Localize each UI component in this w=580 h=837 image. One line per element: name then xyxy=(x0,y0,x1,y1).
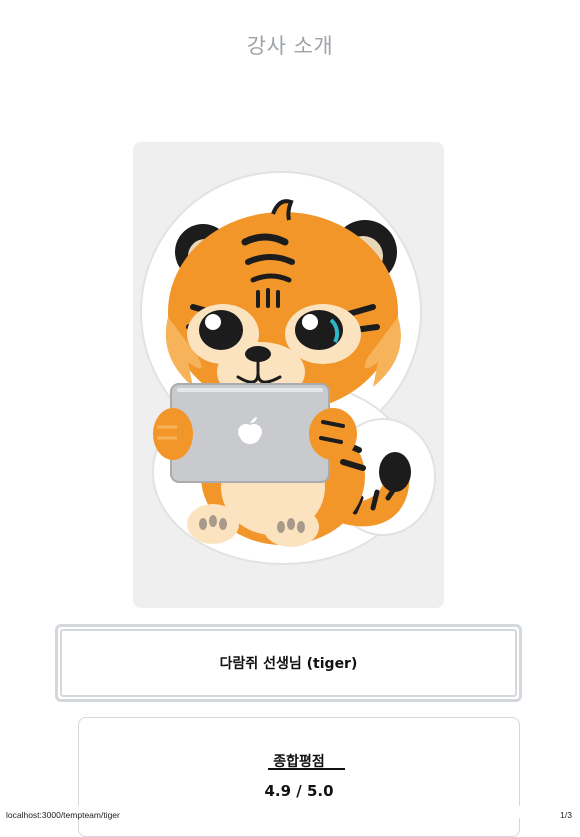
tiger-illustration xyxy=(140,171,436,565)
teacher-portrait-card xyxy=(133,142,444,608)
page-title: 강사 소개 xyxy=(246,34,334,58)
rating-card: 종합평점 4.9 / 5.0 xyxy=(78,717,520,837)
rating-label-underline xyxy=(268,768,345,770)
rating-value: 4.9 / 5.0 xyxy=(264,782,334,800)
footer-url: localhost:3000/tempteam/tiger xyxy=(6,810,120,820)
laptop xyxy=(170,383,330,483)
footer-page-number: 1/3 xyxy=(560,810,572,820)
teacher-name: 다람쥐 선생님 (tiger) xyxy=(219,656,358,672)
teacher-name-box: 다람쥐 선생님 (tiger) xyxy=(55,624,522,702)
print-footer: localhost:3000/tempteam/tiger 1/3 xyxy=(0,806,580,820)
